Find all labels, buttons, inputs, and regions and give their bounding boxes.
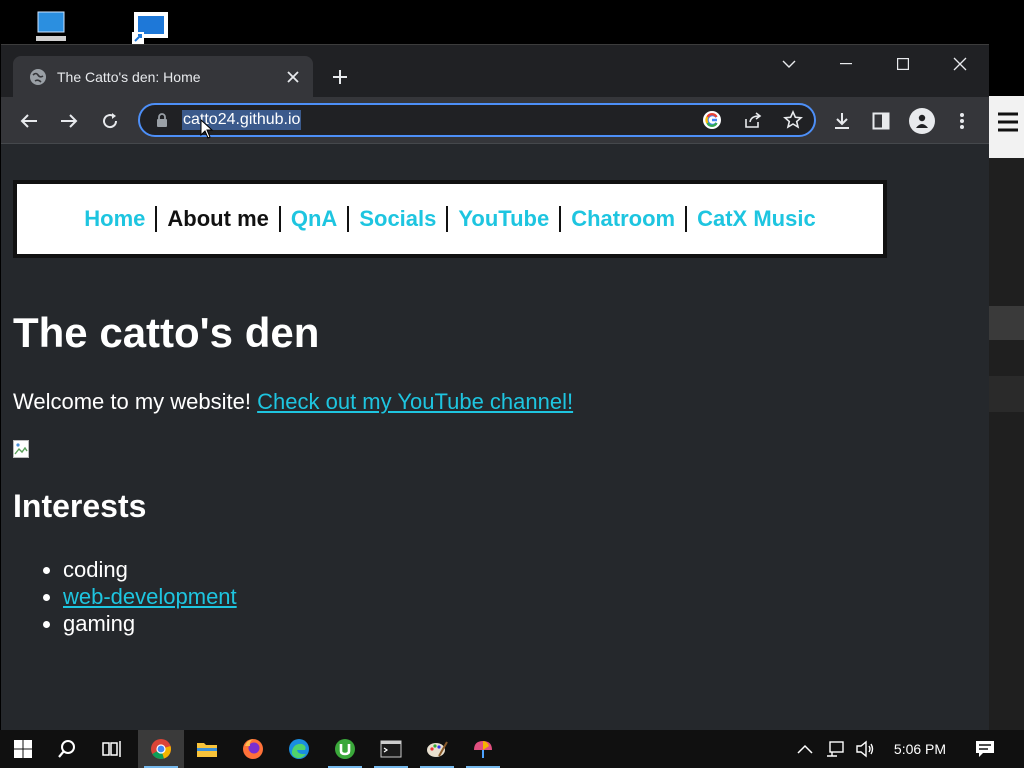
site-navbar: Home About me QnA Socials YouTube Chatro… [13, 180, 887, 258]
downloads-button[interactable] [826, 105, 858, 137]
nav-link-chatroom[interactable]: Chatroom [561, 206, 685, 232]
nav-link-catx-music[interactable]: CatX Music [687, 206, 826, 232]
tab-strip: The Catto's den: Home [1, 45, 989, 97]
minimize-button[interactable] [823, 49, 869, 79]
firefox-icon [243, 739, 263, 759]
minimize-icon [840, 63, 852, 65]
reload-icon [103, 113, 118, 129]
terminal-icon [380, 740, 402, 758]
background-window-band [988, 376, 1024, 412]
bookmark-star-icon[interactable] [781, 108, 805, 132]
youtube-channel-link[interactable]: Check out my YouTube channel! [257, 389, 573, 414]
interests-heading: Interests [13, 488, 147, 524]
nav-link-about-me[interactable]: About me [157, 206, 278, 232]
web-development-link[interactable]: web-development [63, 584, 237, 609]
arrow-right-icon [61, 114, 78, 128]
taskbar-file-explorer[interactable] [184, 730, 230, 768]
page-title: The catto's den [13, 309, 320, 356]
tab-search-button[interactable] [766, 49, 812, 79]
welcome-text: Welcome to my website! [13, 389, 252, 414]
maximize-button[interactable] [880, 49, 926, 79]
browser-window: The Catto's den: Home catto24.github.io … [1, 44, 989, 732]
volume-button[interactable] [850, 730, 880, 768]
taskbar-utorrent[interactable] [322, 730, 368, 768]
taskbar-firefox[interactable] [230, 730, 276, 768]
list-item: gaming [63, 610, 237, 637]
edge-icon [289, 739, 309, 759]
page-viewport: Home About me QnA Socials YouTube Chatro… [1, 143, 989, 732]
welcome-paragraph: Welcome to my website! Check out my YouT… [13, 389, 573, 415]
reload-button[interactable] [94, 105, 126, 137]
profile-button[interactable] [906, 105, 938, 137]
clock[interactable]: 5:06 PM [884, 730, 956, 768]
action-center-button[interactable] [968, 730, 1002, 768]
side-panel-icon [872, 112, 890, 130]
taskbar-paint-3d[interactable] [460, 730, 506, 768]
download-icon [835, 113, 849, 129]
arrow-left-icon [20, 114, 37, 128]
search-button[interactable] [44, 730, 90, 768]
forward-button[interactable] [53, 105, 85, 137]
close-tab-button[interactable] [279, 63, 307, 91]
side-panel-button[interactable] [865, 105, 897, 137]
nav-link-qna[interactable]: QnA [281, 206, 347, 232]
task-view-button[interactable] [90, 730, 136, 768]
tab-active[interactable]: The Catto's den: Home [13, 56, 313, 97]
more-vert-icon [960, 113, 964, 129]
taskbar: 5:06 PM [0, 730, 1024, 768]
notification-icon [976, 741, 994, 757]
show-hidden-icons-button[interactable] [790, 730, 820, 768]
folder-icon [197, 743, 217, 757]
share-icon[interactable] [741, 108, 765, 132]
paint-icon [427, 741, 448, 757]
network-icon [827, 741, 844, 757]
google-lens-icon[interactable] [700, 108, 724, 132]
broken-image-icon [13, 440, 33, 458]
background-window-band [988, 306, 1024, 340]
address-bar[interactable]: catto24.github.io [138, 103, 816, 137]
interests-list: coding web-development gaming [23, 556, 237, 637]
new-tab-button[interactable] [326, 63, 354, 91]
taskbar-paint[interactable] [414, 730, 460, 768]
background-window-header [988, 96, 1024, 158]
back-button[interactable] [13, 105, 45, 137]
search-icon [58, 740, 75, 758]
utorrent-icon [335, 739, 355, 759]
browser-menu-button[interactable] [946, 105, 978, 137]
nav-link-youtube[interactable]: YouTube [448, 206, 559, 232]
shortcut-icon[interactable] [130, 10, 170, 44]
task-view-icon [102, 741, 121, 757]
windows-icon [14, 740, 32, 758]
network-button[interactable] [820, 730, 850, 768]
maximize-icon [897, 58, 909, 70]
this-pc-icon[interactable] [30, 10, 70, 44]
background-window[interactable] [988, 96, 1024, 730]
paint-3d-icon [474, 741, 492, 758]
chevron-down-icon [782, 60, 796, 68]
speaker-icon [856, 740, 874, 758]
list-item: web-development [63, 583, 237, 610]
list-item: coding [63, 556, 237, 583]
taskbar-chrome[interactable] [138, 730, 184, 768]
chrome-icon [151, 739, 171, 759]
globe-icon [29, 68, 47, 86]
close-icon [953, 57, 967, 71]
avatar [909, 108, 935, 134]
close-window-button[interactable] [937, 49, 983, 79]
tab-title: The Catto's den: Home [57, 68, 201, 85]
person-icon [916, 114, 928, 128]
chevron-up-icon [797, 744, 813, 754]
browser-toolbar: catto24.github.io [1, 97, 989, 143]
start-button[interactable] [0, 730, 46, 768]
taskbar-edge[interactable] [276, 730, 322, 768]
close-icon [287, 70, 299, 83]
nav-link-socials[interactable]: Socials [349, 206, 446, 232]
mouse-cursor-icon [200, 118, 214, 139]
nav-link-home[interactable]: Home [74, 206, 155, 232]
lock-icon[interactable] [154, 112, 170, 128]
taskbar-terminal[interactable] [368, 730, 414, 768]
plus-icon [333, 70, 347, 84]
